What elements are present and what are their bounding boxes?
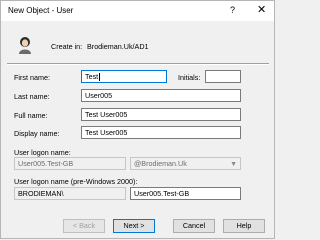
create-in-path: Brodieman.Uk/AD1 xyxy=(87,42,149,51)
user-logon-name-input[interactable]: User005.Test-GB xyxy=(14,157,126,170)
window-title: New Object - User xyxy=(8,6,74,15)
cancel-button[interactable]: Cancel xyxy=(173,219,215,233)
pre-windows-2000-domain: BRODIEMAN\ xyxy=(14,187,126,200)
initials-input[interactable] xyxy=(205,70,241,83)
chevron-down-icon: ▼ xyxy=(230,161,237,168)
initials-label: Initials: xyxy=(178,73,201,82)
back-button[interactable]: < Back xyxy=(63,219,105,233)
pre-windows-2000-label: User logon name (pre-Windows 2000): xyxy=(14,177,138,186)
new-user-dialog: New Object - User ? ✕ Create in: Brodiem… xyxy=(0,0,275,239)
user-logon-name-label: User logon name: xyxy=(14,148,71,157)
last-name-label: Last name: xyxy=(14,92,50,101)
upn-suffix-select[interactable]: @Brodieman.Uk ▼ xyxy=(130,157,241,170)
last-name-input[interactable]: User005 xyxy=(81,89,241,102)
create-in-label: Create in: xyxy=(51,42,83,51)
first-name-input[interactable]: Test xyxy=(81,70,167,83)
first-name-label: First name: xyxy=(14,73,50,82)
help-button[interactable]: Help xyxy=(223,219,265,233)
pre-windows-2000-input[interactable]: User005.Test-GB xyxy=(130,187,241,200)
close-icon[interactable]: ✕ xyxy=(257,3,266,16)
display-name-label: Display name: xyxy=(14,129,60,138)
display-name-input[interactable]: Test User005 xyxy=(81,126,241,139)
full-name-input[interactable]: Test User005 xyxy=(81,108,241,121)
help-icon[interactable]: ? xyxy=(230,5,235,15)
user-icon xyxy=(19,37,31,54)
divider xyxy=(7,63,269,65)
next-button[interactable]: Next > xyxy=(113,219,155,233)
title-bar: New Object - User ? ✕ xyxy=(1,1,274,21)
full-name-label: Full name: xyxy=(14,111,48,120)
